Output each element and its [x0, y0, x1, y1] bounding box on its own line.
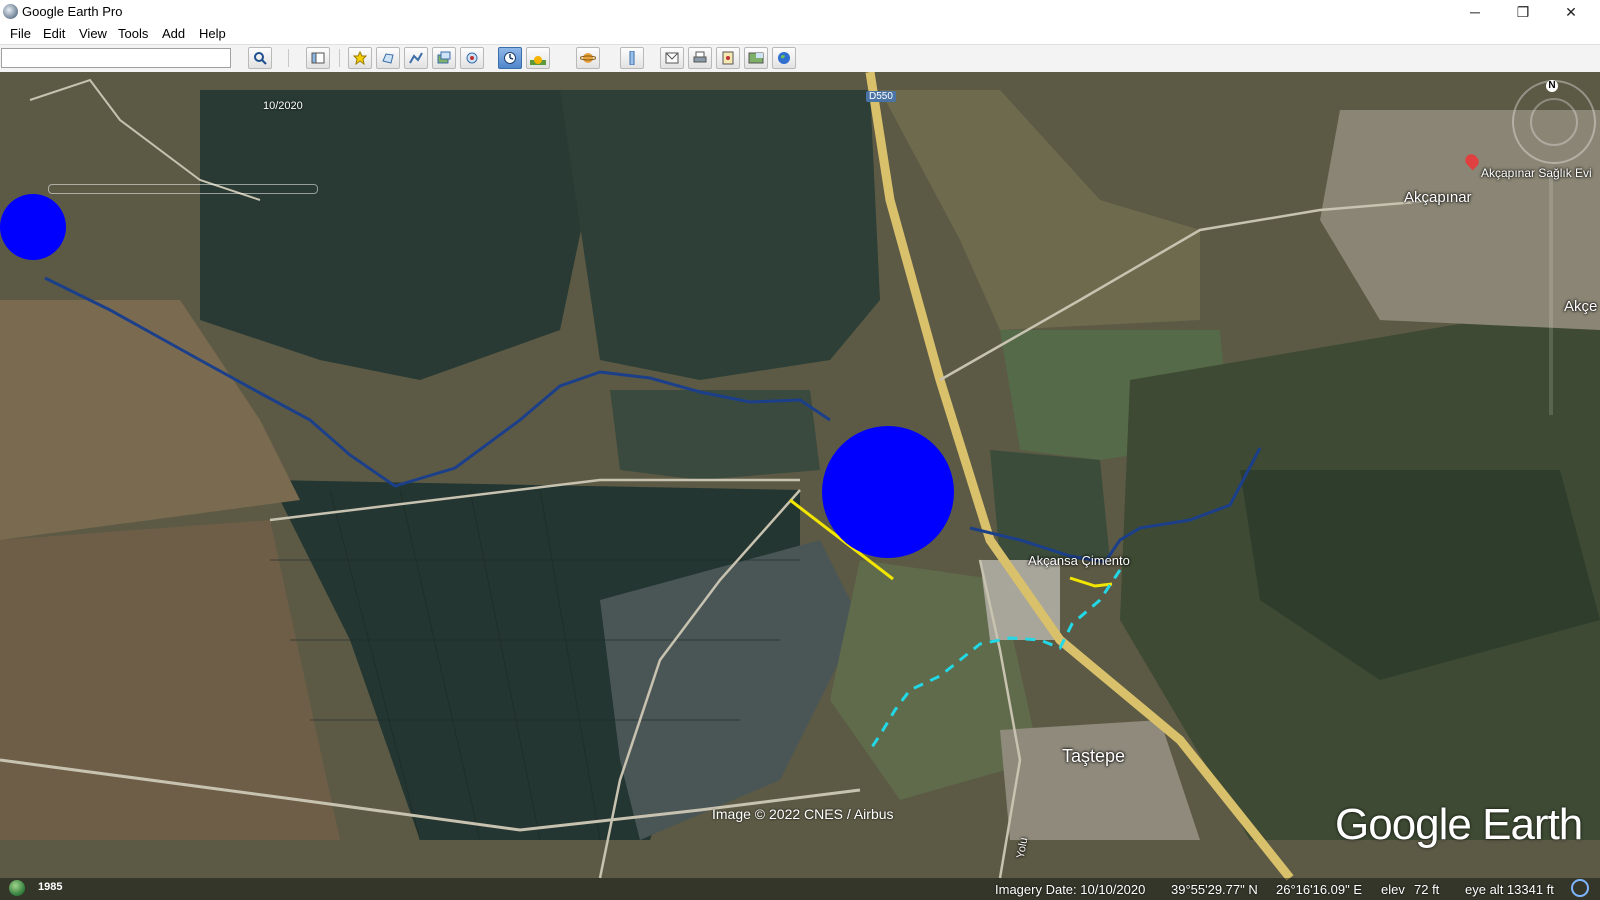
- place-label-tastepe[interactable]: Taştepe: [1062, 746, 1125, 767]
- latitude-readout: 39°55'29.77" N: [1171, 882, 1258, 897]
- menu-bar: File Edit View Tools Add Help: [0, 24, 1600, 44]
- google-earth-app-icon: [3, 4, 18, 19]
- place-label-akcapinar-saglik-evi[interactable]: Akçapınar Sağlık Evi: [1481, 166, 1592, 180]
- menu-file[interactable]: File: [10, 26, 31, 41]
- place-label-akce[interactable]: Akçe: [1564, 298, 1597, 315]
- ruler-icon: [629, 51, 635, 65]
- view-in-maps-icon: [748, 52, 764, 64]
- time-slider-date: 10/2020: [263, 100, 303, 112]
- email-icon: [665, 52, 679, 64]
- menu-tools[interactable]: Tools: [118, 26, 148, 41]
- menu-edit[interactable]: Edit: [43, 26, 65, 41]
- sunlight-button[interactable]: [526, 47, 550, 69]
- add-polygon-button[interactable]: [376, 47, 400, 69]
- imagery-date: Imagery Date: 10/10/2020: [995, 882, 1146, 897]
- historical-imagery-icon: [504, 52, 516, 64]
- look-joystick[interactable]: [1530, 98, 1578, 146]
- map-view[interactable]: 10/2020 D550 Akçapınar Sağlık Evi Akçapı…: [0, 72, 1600, 900]
- path-icon: [409, 52, 423, 64]
- search-input[interactable]: [1, 48, 231, 68]
- polygon-icon: [382, 53, 394, 64]
- print-icon: [693, 51, 707, 63]
- satellite-imagery: [0, 72, 1600, 900]
- search-icon: [254, 52, 267, 65]
- search-button[interactable]: [248, 47, 272, 69]
- elevation-label: elev: [1381, 882, 1405, 897]
- image-overlay-icon: [437, 51, 451, 64]
- record-tour-icon: [466, 52, 478, 64]
- sidebar-toggle-button[interactable]: [306, 47, 330, 69]
- sidebar-icon: [311, 52, 325, 64]
- longitude-readout: 26°16'16.09" E: [1276, 882, 1363, 897]
- sunlight-icon: [530, 56, 546, 65]
- planets-icon: [580, 53, 596, 63]
- save-image-button[interactable]: [716, 47, 740, 69]
- toolbar-separator: [288, 49, 289, 67]
- time-slider[interactable]: [48, 184, 318, 194]
- window-title: Google Earth Pro: [22, 4, 123, 19]
- eye-altitude-readout: eye alt 13341 ft: [1465, 882, 1554, 897]
- google-earth-logo: Google Earth: [1335, 800, 1583, 849]
- compass-north-marker[interactable]: N: [1546, 80, 1558, 92]
- save-image-icon: [722, 51, 734, 65]
- minimize-button[interactable]: ─: [1452, 0, 1498, 24]
- menu-add[interactable]: Add: [162, 26, 185, 41]
- ruler-button[interactable]: [620, 47, 644, 69]
- road-label-d550: D550: [866, 91, 896, 102]
- historical-imagery-button[interactable]: [498, 47, 522, 69]
- planets-button[interactable]: [576, 47, 600, 69]
- add-image-overlay-button[interactable]: [432, 47, 456, 69]
- place-label-akcapinar[interactable]: Akçapınar: [1404, 189, 1472, 206]
- add-placemark-button[interactable]: [348, 47, 372, 69]
- menu-view[interactable]: View: [79, 26, 107, 41]
- menu-help[interactable]: Help: [199, 26, 226, 41]
- earth-view-button[interactable]: [772, 47, 796, 69]
- record-tour-button[interactable]: [460, 47, 484, 69]
- earth-icon: [778, 52, 790, 64]
- close-button[interactable]: ✕: [1548, 0, 1594, 24]
- email-button[interactable]: [660, 47, 684, 69]
- placemark-icon: [353, 51, 367, 65]
- print-button[interactable]: [688, 47, 712, 69]
- title-bar: Google Earth Pro ─ ❐ ✕: [0, 0, 1600, 24]
- streaming-status-icon: [1571, 879, 1589, 897]
- place-label-akcansa-cimento[interactable]: Akçansa Çimento: [1028, 553, 1130, 568]
- toolbar-separator: [339, 49, 340, 67]
- historical-year-label: 1985: [38, 881, 63, 893]
- add-path-button[interactable]: [404, 47, 428, 69]
- elevation-readout: 72 ft: [1414, 882, 1440, 897]
- imagery-copyright: Image © 2022 CNES / Airbus: [712, 806, 894, 822]
- globe-status-icon: [9, 880, 25, 896]
- zoom-slider[interactable]: [1549, 175, 1553, 415]
- toolbar: [0, 44, 1600, 73]
- restore-button[interactable]: ❐: [1500, 0, 1546, 24]
- view-in-maps-button[interactable]: [744, 47, 768, 69]
